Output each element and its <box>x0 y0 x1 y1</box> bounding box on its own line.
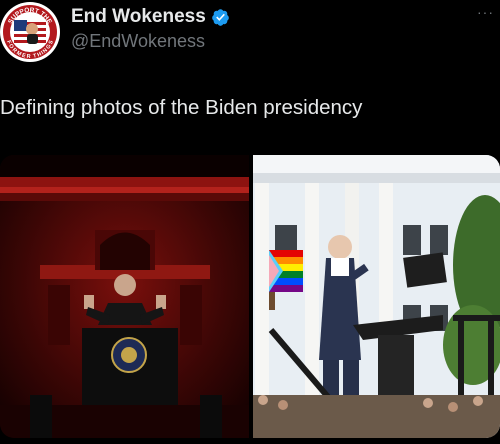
photo-biden-red-stage[interactable] <box>0 155 249 438</box>
author-handle[interactable]: @EndWokeness <box>71 31 205 52</box>
photo-biden-white-house-podium[interactable] <box>253 155 500 438</box>
more-options-icon[interactable]: ··· <box>477 4 494 20</box>
author-display-name[interactable]: End Wokeness <box>71 6 206 28</box>
tweet-text: Defining photos of the Biden presidency <box>0 96 363 119</box>
tweet-header: SUPPORT THE FORMER THINGS End Wokeness @… <box>0 0 500 70</box>
avatar-logo-icon: SUPPORT THE FORMER THINGS <box>1 3 59 61</box>
avatar[interactable]: SUPPORT THE FORMER THINGS <box>0 2 60 62</box>
author-name-row: End Wokeness <box>71 6 230 28</box>
verified-badge-icon[interactable] <box>211 8 230 27</box>
tweet-media[interactable] <box>0 155 500 438</box>
